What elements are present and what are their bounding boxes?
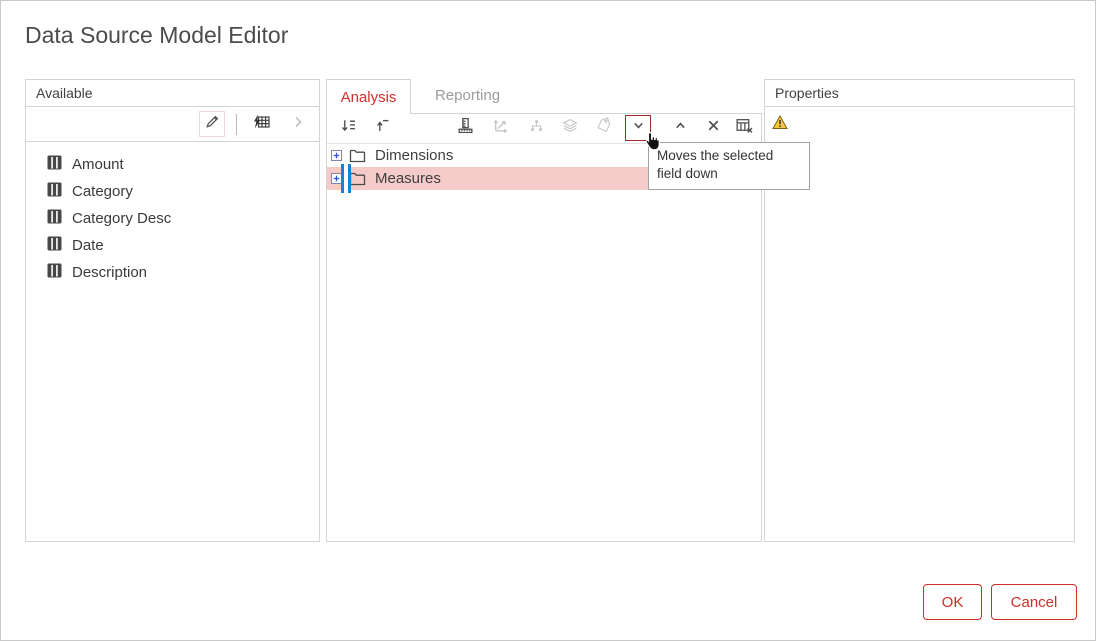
tree-node-label: Dimensions	[375, 147, 454, 164]
tab-reporting[interactable]: Reporting	[435, 87, 500, 104]
move-field-up-button[interactable]	[667, 115, 693, 141]
list-item-amount[interactable]: Amount	[26, 151, 319, 178]
lightning-table-icon	[252, 114, 271, 135]
list-item-description[interactable]: Description	[26, 259, 319, 286]
field-label: Amount	[72, 156, 124, 173]
list-item-category[interactable]: Category	[26, 178, 319, 205]
table-remove-icon	[735, 117, 753, 139]
table-columns-icon	[47, 263, 62, 282]
properties-panel: Properties	[764, 79, 1075, 542]
tag-icon	[595, 117, 613, 139]
ok-button[interactable]: OK	[923, 584, 982, 620]
tooltip-text: Moves the selected field down	[657, 148, 774, 181]
hand-cursor-icon	[643, 131, 662, 157]
create-hierarchy-button[interactable]	[523, 115, 549, 141]
model-toolbar	[327, 114, 761, 144]
field-label: Category	[72, 183, 133, 200]
list-item-category-desc[interactable]: Category Desc	[26, 205, 319, 232]
move-to-model-button[interactable]	[285, 111, 311, 137]
table-columns-icon	[47, 182, 62, 201]
chevron-up-icon	[672, 117, 689, 139]
properties-content	[765, 107, 1074, 143]
folder-icon	[349, 172, 366, 186]
layers-icon	[561, 117, 579, 139]
tab-analysis[interactable]: Analysis	[326, 79, 411, 114]
data-source-model-editor-dialog: Data Source Model Editor Available Amoun…	[0, 0, 1096, 641]
tree-node-label: Measures	[375, 170, 441, 187]
pencil-icon	[204, 113, 221, 135]
cancel-button[interactable]: Cancel	[991, 584, 1077, 620]
chevron-right-icon	[290, 114, 306, 135]
field-label: Date	[72, 237, 104, 254]
auto-generate-button[interactable]	[248, 111, 274, 137]
warning-icon	[772, 114, 788, 134]
available-fields-list: Amount Category Category Desc Date Descr…	[26, 142, 319, 286]
properties-panel-header: Properties	[765, 80, 1074, 107]
create-dimension-button[interactable]	[487, 115, 513, 141]
ruler-icon	[457, 117, 474, 139]
remove-table-button[interactable]	[731, 115, 757, 141]
field-label: Description	[72, 264, 148, 281]
sort-fields-button[interactable]	[335, 115, 361, 141]
available-toolbar	[26, 107, 319, 142]
delete-field-button[interactable]	[700, 115, 726, 141]
close-icon	[705, 117, 722, 139]
sort-icon	[340, 117, 357, 139]
rename-field-button[interactable]	[591, 115, 617, 141]
axes-icon	[492, 117, 509, 139]
tooltip: Moves the selected field down	[648, 142, 810, 190]
available-panel-header: Available	[26, 80, 319, 107]
move-to-top-icon	[374, 117, 391, 139]
expand-plus-icon[interactable]	[331, 150, 342, 161]
create-measure-button[interactable]	[452, 115, 478, 141]
toolbar-divider	[236, 113, 237, 135]
hierarchy-icon	[528, 117, 545, 139]
table-columns-icon	[47, 155, 62, 174]
edit-field-button[interactable]	[199, 111, 225, 137]
move-to-top-button[interactable]	[369, 115, 395, 141]
page-title: Data Source Model Editor	[25, 22, 289, 48]
folder-icon	[349, 149, 366, 163]
available-panel: Available Amount Category Category Desc …	[25, 79, 320, 542]
group-fields-button[interactable]	[557, 115, 583, 141]
list-item-date[interactable]: Date	[26, 232, 319, 259]
field-label: Category Desc	[72, 210, 172, 227]
table-columns-icon	[47, 209, 62, 228]
drop-insert-caret	[341, 164, 351, 193]
table-columns-icon	[47, 236, 62, 255]
